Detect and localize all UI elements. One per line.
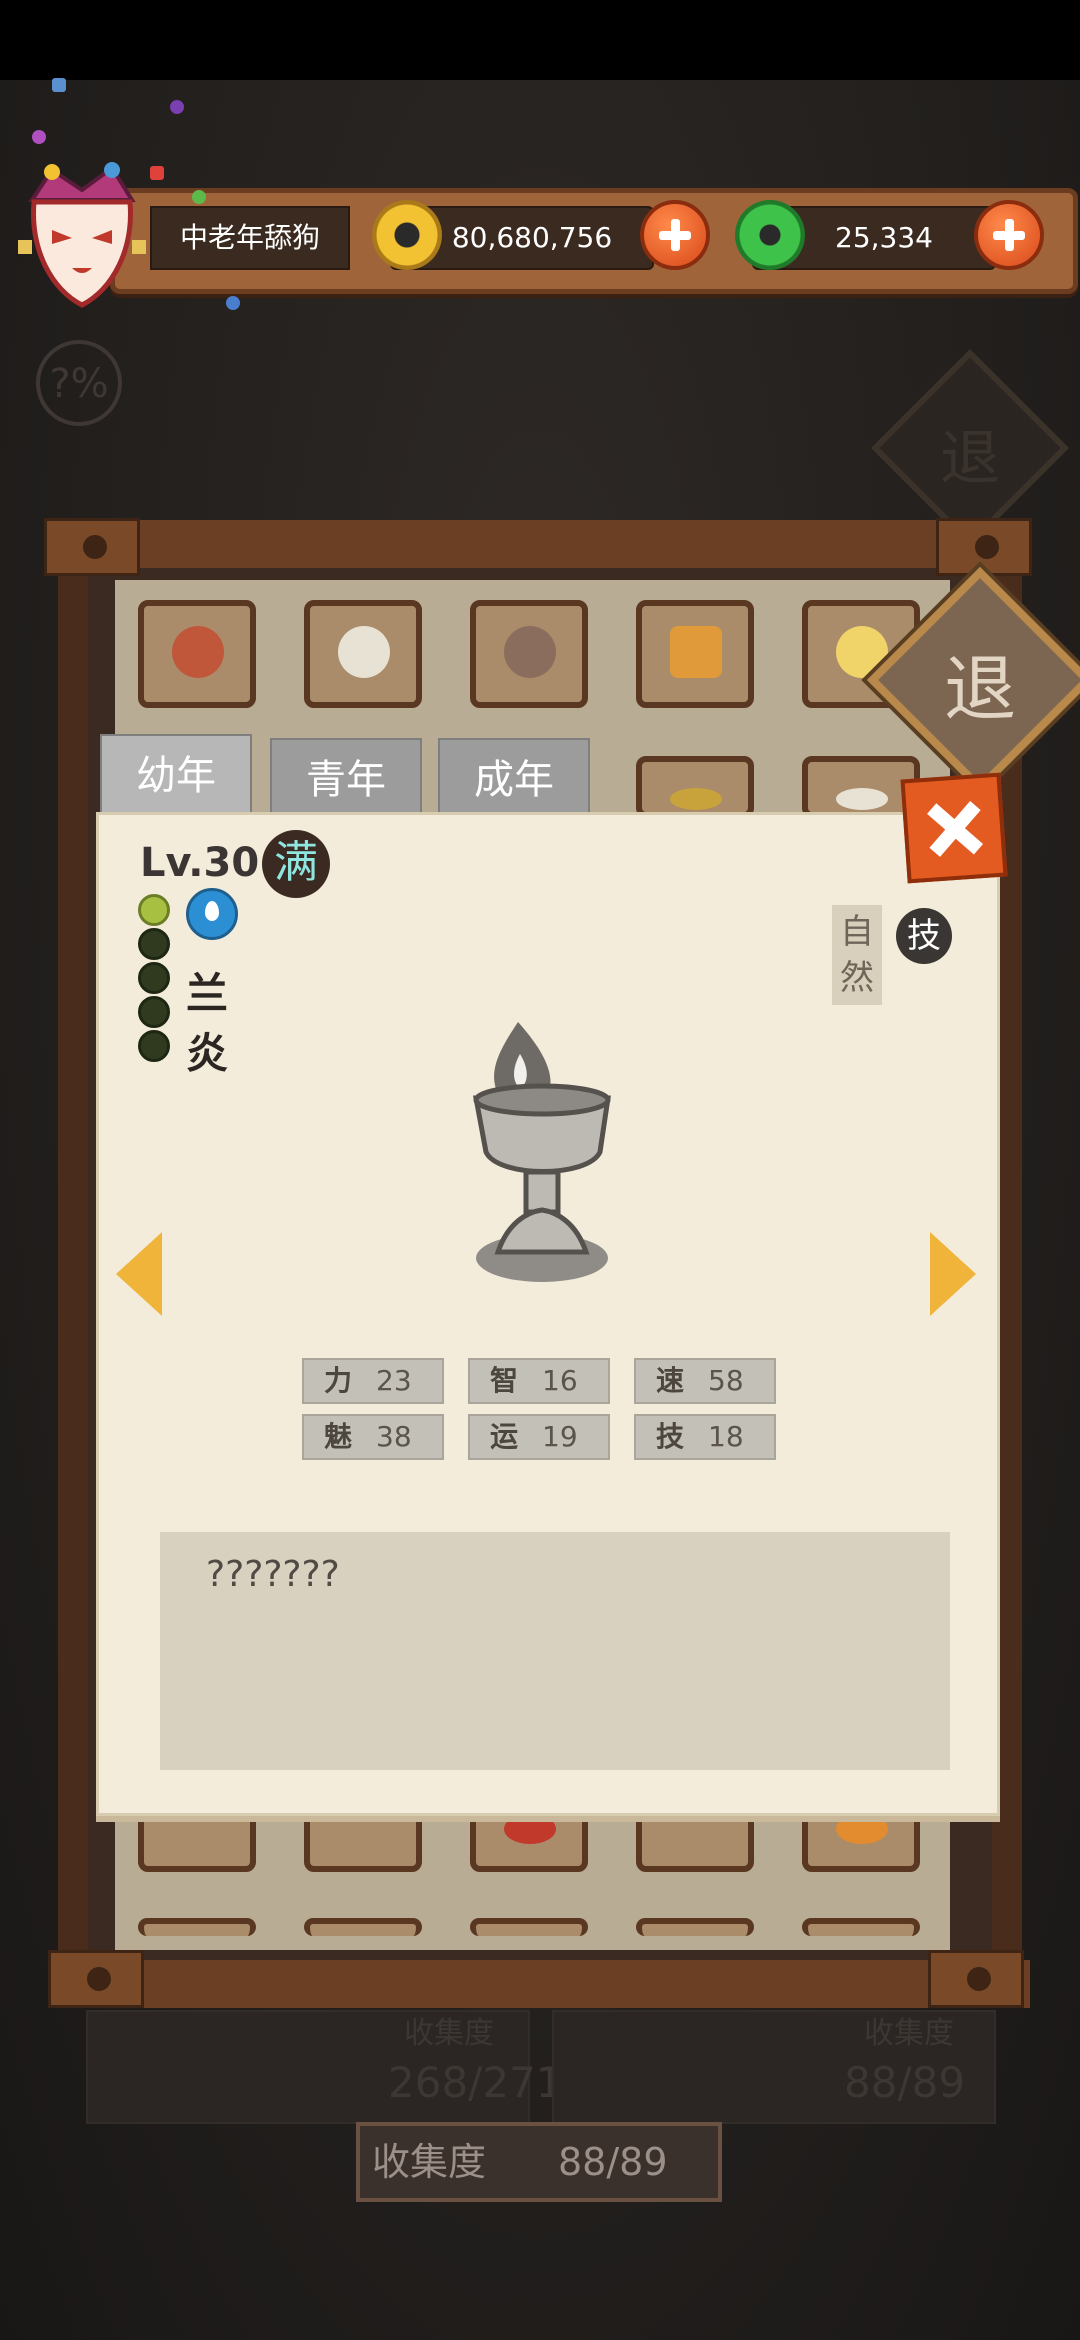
pet-card[interactable] xyxy=(470,1918,588,1936)
pet-card[interactable] xyxy=(470,600,588,708)
jade-gem-icon xyxy=(735,200,805,270)
status-bar xyxy=(0,0,1080,80)
confetti-icon xyxy=(32,130,46,144)
stat-value: 58 xyxy=(708,1364,744,1397)
pet-level: Lv.30 xyxy=(140,840,260,886)
coin-amount: 80,680,756 xyxy=(451,221,613,254)
frame-post-icon xyxy=(48,1950,144,2008)
tab-adult[interactable]: 成年 xyxy=(438,738,590,820)
pet-description-box: ??????? xyxy=(160,1532,950,1770)
pet-thumbnail-icon xyxy=(504,626,556,678)
growth-dot-icon xyxy=(138,894,170,926)
retreat-bg-label: 退 xyxy=(940,424,1000,494)
gold-coin-icon xyxy=(372,200,442,270)
pet-thumbnail-icon xyxy=(670,626,722,678)
bg-collection-panel-left: 收集度 268/271 xyxy=(86,2010,562,2124)
pet-thumbnail-icon xyxy=(338,626,390,678)
stat-intelligence: 智 16 xyxy=(468,1358,610,1404)
pet-name-char: 兰 xyxy=(186,969,229,1018)
pet-card[interactable] xyxy=(802,1918,920,1936)
frame-post-icon xyxy=(936,518,1032,576)
stat-strength: 力 23 xyxy=(302,1358,444,1404)
stat-value: 19 xyxy=(542,1420,578,1453)
add-coins-button[interactable] xyxy=(640,200,710,270)
stat-key: 智 xyxy=(490,1364,519,1397)
tab-youth[interactable]: 幼年 xyxy=(100,734,252,816)
water-element-icon xyxy=(186,888,238,940)
growth-dot-icon xyxy=(138,928,170,960)
pet-thumbnail-icon xyxy=(836,788,888,810)
bg-collection-label-left: 收集度 xyxy=(404,2016,494,2051)
player-name: 中老年舔狗 xyxy=(179,221,320,254)
stat-key: 速 xyxy=(656,1364,685,1397)
previous-arrow-icon[interactable] xyxy=(116,1232,162,1316)
confetti-icon xyxy=(150,166,164,180)
pet-thumbnail-icon xyxy=(504,1814,556,1844)
confetti-icon xyxy=(170,100,184,114)
stat-key: 魅 xyxy=(324,1420,353,1453)
next-arrow-icon[interactable] xyxy=(930,1232,976,1316)
bg-collection-panel-right: 收集度 88/89 xyxy=(552,2010,996,2124)
frame-bottom-beam xyxy=(50,1960,1030,2008)
pet-art-goblet-icon xyxy=(472,1022,611,1282)
percent-icon[interactable]: ?% xyxy=(36,340,122,426)
frame-top-beam xyxy=(50,520,1030,568)
frame-post-icon xyxy=(44,518,140,576)
confetti-icon xyxy=(52,78,66,92)
pet-thumbnail-icon xyxy=(670,788,722,810)
stat-value: 18 xyxy=(708,1420,744,1453)
confetti-icon xyxy=(226,296,240,310)
tab-young-adult[interactable]: 青年 xyxy=(270,738,422,820)
pet-card[interactable] xyxy=(636,600,754,708)
pet-name-char: 炎 xyxy=(186,1029,229,1078)
bg-collection-value-left: 268/271 xyxy=(388,2058,563,2107)
stat-speed: 速 58 xyxy=(634,1358,776,1404)
stat-luck: 运 19 xyxy=(468,1414,610,1460)
retreat-label: 退 xyxy=(943,647,1016,731)
frame-post-icon xyxy=(928,1950,1024,2008)
gem-amount: 25,334 xyxy=(835,221,933,254)
stat-key: 力 xyxy=(324,1364,353,1397)
full-badge: 满 xyxy=(262,830,330,898)
pet-card[interactable] xyxy=(304,600,422,708)
pet-card[interactable] xyxy=(304,1918,422,1936)
stat-value: 38 xyxy=(376,1420,412,1453)
pet-card[interactable] xyxy=(636,1918,754,1936)
pet-description: ??????? xyxy=(206,1554,340,1595)
player-avatar-icon[interactable] xyxy=(12,160,152,310)
stat-key: 技 xyxy=(656,1420,685,1453)
stat-skill: 技 18 xyxy=(634,1414,776,1460)
close-button[interactable] xyxy=(900,772,1008,884)
stat-charm: 魅 38 xyxy=(302,1414,444,1460)
stat-value: 23 xyxy=(376,1364,412,1397)
bg-collection-label-right: 收集度 xyxy=(864,2016,954,2051)
collection-value: 88/89 xyxy=(558,2140,668,2184)
nature-tag: 自然 xyxy=(832,905,882,1005)
pet-thumbnail-icon xyxy=(172,626,224,678)
pet-thumbnail-icon xyxy=(836,1814,888,1844)
bg-collection-value-right: 88/89 xyxy=(844,2058,966,2107)
stat-key: 运 xyxy=(490,1420,519,1453)
collection-progress: 收集度 88/89 xyxy=(356,2122,722,2202)
pet-card[interactable] xyxy=(138,600,256,708)
pet-card[interactable] xyxy=(636,756,754,818)
add-gems-button[interactable] xyxy=(974,200,1044,270)
growth-dot-icon xyxy=(138,1030,170,1062)
skill-button[interactable]: 技 xyxy=(896,908,952,964)
collection-label: 收集度 xyxy=(372,2140,487,2184)
player-name-box: 中老年舔狗 xyxy=(150,206,350,270)
growth-dot-icon xyxy=(138,962,170,994)
growth-dot-icon xyxy=(138,996,170,1028)
confetti-icon xyxy=(192,190,206,204)
stat-value: 16 xyxy=(542,1364,578,1397)
pet-card[interactable] xyxy=(138,1918,256,1936)
